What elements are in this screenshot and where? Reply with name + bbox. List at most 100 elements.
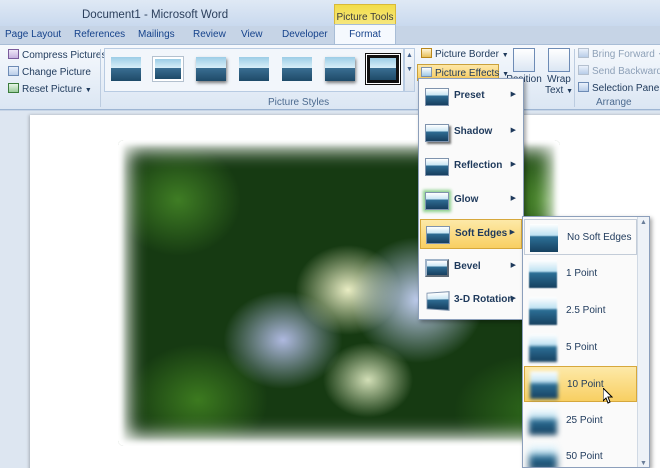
menu-item-reflection[interactable]: Reflection ▶ xyxy=(420,152,522,182)
style-thumb[interactable] xyxy=(282,57,312,81)
compress-pictures-button[interactable]: Compress Pictures xyxy=(8,49,106,61)
ribbon: Compress Pictures Change Picture Reset P… xyxy=(0,44,660,110)
selection-pane-icon xyxy=(578,82,589,92)
soft-edges-icon xyxy=(426,226,450,244)
chevron-down-icon: ▼ xyxy=(84,87,92,94)
soft-edge-preview-icon xyxy=(530,371,558,399)
effects-icon xyxy=(421,67,432,77)
bring-forward-label: Bring Forward xyxy=(592,49,655,60)
tab-developer[interactable]: Developer xyxy=(282,29,328,40)
style-thumb[interactable] xyxy=(153,57,183,81)
soft-edges-menu: No Soft Edges 1 Point 2.5 Point 5 Point … xyxy=(522,216,650,468)
wrap-text-icon xyxy=(548,48,570,72)
soft-edge-option-50pt[interactable]: 50 Point xyxy=(524,439,637,467)
menu-item-label: Reflection xyxy=(454,160,503,171)
tab-view[interactable]: View xyxy=(241,29,263,40)
change-picture-button[interactable]: Change Picture xyxy=(8,66,91,78)
picture-border-button[interactable]: Picture Border ▼ xyxy=(421,48,509,60)
soft-edge-option-10pt[interactable]: 10 Point xyxy=(524,366,637,402)
change-picture-label: Change Picture xyxy=(22,67,91,78)
send-backward-label: Send Backward xyxy=(592,66,660,77)
chevron-up-icon: ▲ xyxy=(406,52,413,59)
tab-review[interactable]: Review xyxy=(193,29,226,40)
soft-edge-option-label: 2.5 Point xyxy=(566,305,606,316)
menu-item-shadow[interactable]: Shadow ▶ xyxy=(420,118,522,148)
submenu-scrollbar[interactable]: ▲ ▼ xyxy=(637,217,649,467)
preset-icon xyxy=(425,88,449,106)
change-picture-icon xyxy=(8,66,19,76)
title-bar: Document1 - Microsoft Word xyxy=(0,0,660,26)
compress-pictures-label: Compress Pictures xyxy=(22,50,107,61)
picture-styles-gallery[interactable] xyxy=(104,48,404,92)
send-backward-button[interactable]: Send Backward ▼ xyxy=(578,65,660,77)
chevron-right-icon: ▶ xyxy=(510,127,516,134)
soft-edge-preview-icon xyxy=(530,224,558,252)
soft-edge-preview-icon xyxy=(529,260,557,288)
picture-tools-label: Picture Tools xyxy=(336,12,394,23)
menu-item-label: Preset xyxy=(454,90,485,101)
group-divider xyxy=(100,49,101,107)
picture-effects-menu: Preset ▶ Shadow ▶ Reflection ▶ Glow ▶ Soft E… xyxy=(418,78,524,320)
menu-item-label: Bevel xyxy=(454,261,481,272)
soft-edge-option-25pt[interactable]: 25 Point xyxy=(524,403,637,439)
reset-picture-button[interactable]: Reset Picture ▼ xyxy=(8,83,92,95)
soft-edge-option-2-5pt[interactable]: 2.5 Point xyxy=(524,293,637,329)
menu-item-label: Soft Edges xyxy=(455,228,508,239)
tab-mailings[interactable]: Mailings xyxy=(138,29,175,40)
style-thumb[interactable] xyxy=(325,57,355,81)
style-thumb[interactable] xyxy=(196,57,226,81)
soft-edge-option-none[interactable]: No Soft Edges xyxy=(524,219,637,255)
group-divider xyxy=(574,49,575,107)
tab-references[interactable]: References xyxy=(74,29,125,40)
soft-edge-option-5pt[interactable]: 5 Point xyxy=(524,330,637,366)
soft-edge-preview-icon xyxy=(529,297,557,325)
menu-item-glow[interactable]: Glow ▶ xyxy=(420,186,522,216)
compress-icon xyxy=(8,49,19,59)
soft-edge-option-label: No Soft Edges xyxy=(567,232,632,243)
document-title: Document1 - Microsoft Word xyxy=(82,9,229,21)
soft-edge-option-label: 10 Point xyxy=(567,379,604,390)
menu-item-3d-rotation[interactable]: 3-D Rotation ▶ xyxy=(420,286,522,316)
bring-forward-icon xyxy=(578,48,589,58)
menu-item-soft-edges[interactable]: Soft Edges ▶ xyxy=(420,219,522,249)
soft-edge-option-label: 50 Point xyxy=(566,451,603,462)
bevel-icon xyxy=(425,259,449,277)
chevron-right-icon: ▶ xyxy=(510,161,516,168)
picture-styles-group-label: Picture Styles xyxy=(268,97,330,108)
3d-rotation-icon xyxy=(426,291,450,311)
bring-forward-button[interactable]: Bring Forward ▼ xyxy=(578,48,660,60)
menu-item-label: Glow xyxy=(454,194,479,205)
ribbon-tabs: Page Layout References Mailings Review V… xyxy=(0,26,660,44)
picture-border-label: Picture Border xyxy=(435,49,499,60)
wrap-text-label-2: Text xyxy=(544,85,564,96)
soft-edge-option-label: 25 Point xyxy=(566,415,603,426)
tab-page-layout[interactable]: Page Layout xyxy=(5,29,61,40)
chevron-right-icon: ▶ xyxy=(510,91,516,98)
menu-item-label: 3-D Rotation xyxy=(454,294,514,305)
soft-edge-option-label: 5 Point xyxy=(566,342,598,353)
wrap-text-button[interactable]: Wrap Text ▼ xyxy=(541,48,577,96)
chevron-right-icon: ▶ xyxy=(509,229,515,236)
selection-pane-button[interactable]: Selection Pane xyxy=(578,82,659,94)
style-thumb-selected[interactable] xyxy=(367,55,399,83)
tab-format[interactable]: Format xyxy=(334,24,396,45)
pencil-icon xyxy=(421,48,432,58)
style-thumb[interactable] xyxy=(111,57,141,81)
glow-icon xyxy=(425,192,449,210)
chevron-up-icon: ▲ xyxy=(640,219,647,226)
menu-item-bevel[interactable]: Bevel ▶ xyxy=(420,253,522,283)
chevron-down-icon: ▼ xyxy=(640,460,647,467)
soft-edge-option-label: 1 Point xyxy=(566,268,598,279)
style-thumb[interactable] xyxy=(239,57,269,81)
send-backward-icon xyxy=(578,65,589,75)
soft-edge-option-1pt[interactable]: 1 Point xyxy=(524,256,637,292)
reset-picture-label: Reset Picture xyxy=(22,84,83,95)
menu-item-preset[interactable]: Preset ▶ xyxy=(420,82,522,112)
gallery-scroll[interactable]: ▲ ▼ xyxy=(404,48,415,92)
menu-item-label: Shadow xyxy=(454,126,493,137)
mouse-pointer-icon xyxy=(603,388,613,404)
chevron-right-icon: ▶ xyxy=(510,295,516,302)
chevron-right-icon: ▶ xyxy=(510,262,516,269)
soft-edge-preview-icon xyxy=(529,334,557,362)
chevron-down-icon: ▼ xyxy=(406,66,413,73)
